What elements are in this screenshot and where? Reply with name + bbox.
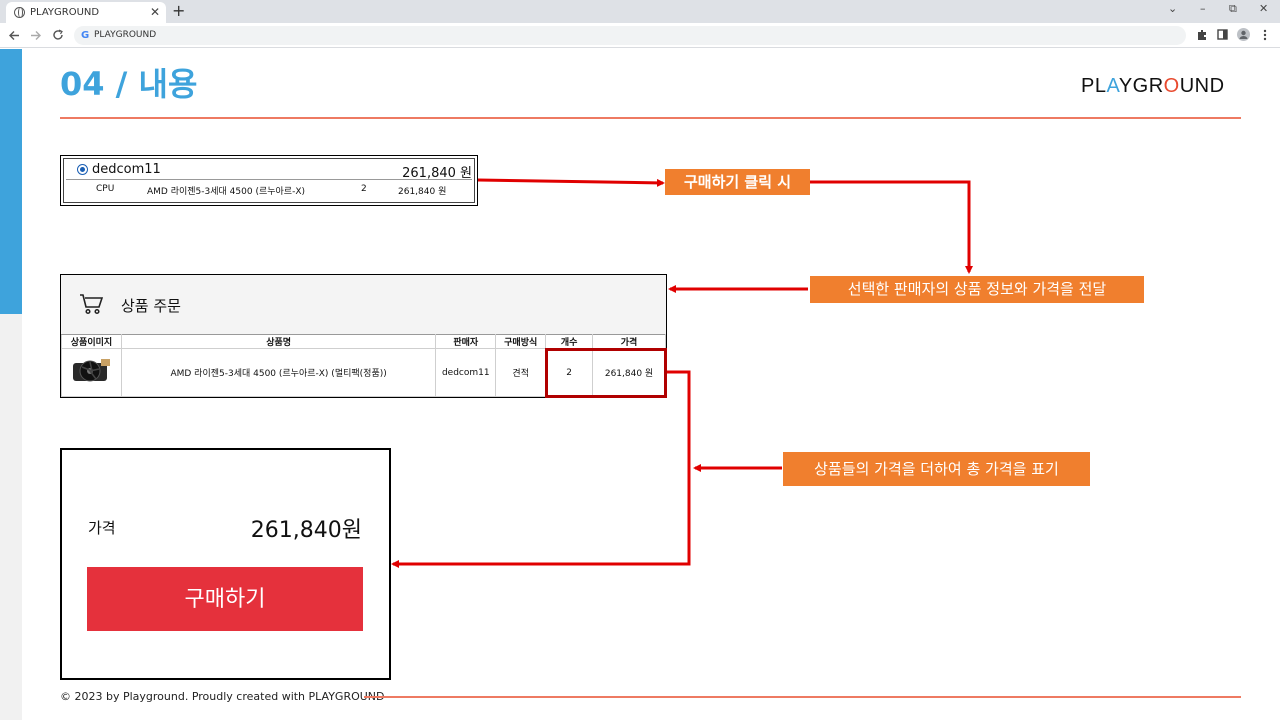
flow-arrows [391,178,973,568]
arrow-to-pass-callout [810,180,973,274]
callout-sum-price: 상품들의 가격을 더하여 총 가격을 표기 [783,452,1090,486]
callout-click: 구매하기 클릭 시 [665,169,810,195]
arrow-to-click-callout [477,178,665,187]
footer-divider [364,696,1241,698]
footer-text: © 2023 by Playground. Proudly created wi… [60,690,385,703]
arrow-to-summary-card [391,370,691,568]
callout-pass-info: 선택한 판매자의 상품 정보와 가격을 전달 [810,276,1144,303]
